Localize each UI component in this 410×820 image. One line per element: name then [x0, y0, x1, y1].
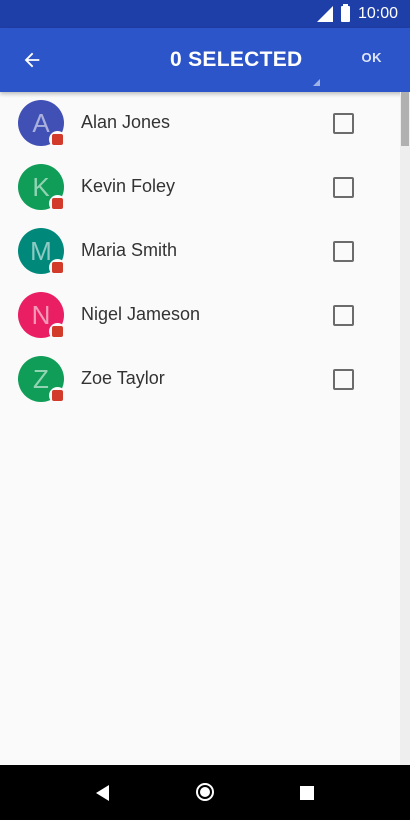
- selection-count-title: 0 SELECTED: [170, 48, 303, 71]
- sim-badge-icon: [49, 323, 66, 340]
- avatar-initial: A: [32, 107, 50, 138]
- status-icons: 10:00: [316, 0, 398, 28]
- sim-badge-icon: [49, 387, 66, 404]
- contact-checkbox[interactable]: [333, 369, 354, 390]
- avatar-initial: N: [31, 299, 51, 330]
- contact-name: Nigel Jameson: [81, 304, 201, 324]
- navigation-bar: [0, 765, 410, 820]
- scrollbar-thumb[interactable]: [401, 92, 409, 146]
- nav-recents-icon[interactable]: [300, 786, 314, 800]
- signal-icon: [316, 6, 333, 22]
- battery-icon: [340, 4, 350, 22]
- contact-checkbox[interactable]: [333, 305, 354, 326]
- status-bar: 10:00: [0, 0, 410, 28]
- dropdown-indicator-icon: [313, 79, 320, 86]
- contact-avatar: N: [18, 292, 66, 340]
- contact-checkbox[interactable]: [333, 241, 354, 262]
- nav-home-icon[interactable]: [196, 783, 214, 801]
- contact-list: A Alan Jones K Kevin Foley M Maria Smith N Nige…: [0, 92, 400, 765]
- contact-avatar: Z: [18, 356, 66, 404]
- contact-avatar: M: [18, 228, 66, 276]
- contact-checkbox[interactable]: [333, 177, 354, 198]
- ok-button[interactable]: OK: [362, 50, 383, 65]
- contact-checkbox[interactable]: [333, 113, 354, 134]
- avatar-initial: K: [32, 171, 50, 202]
- app-bar: 0 SELECTED OK: [0, 28, 410, 92]
- selection-dropdown[interactable]: 0 SELECTED: [160, 28, 320, 92]
- contact-row[interactable]: A Alan Jones: [0, 92, 400, 156]
- contact-row[interactable]: Z Zoe Taylor: [0, 348, 400, 412]
- status-clock: 10:00: [357, 5, 398, 22]
- contact-row[interactable]: K Kevin Foley: [0, 156, 400, 220]
- avatar-initial: Z: [33, 363, 49, 394]
- contact-row[interactable]: M Maria Smith: [0, 220, 400, 284]
- contact-row[interactable]: N Nigel Jameson: [0, 284, 400, 348]
- arrow-back-icon: [24, 52, 40, 68]
- contact-avatar: K: [18, 164, 66, 212]
- contact-name: Maria Smith: [81, 240, 178, 260]
- back-button[interactable]: [12, 40, 52, 80]
- contact-avatar: A: [18, 100, 66, 148]
- sim-badge-icon: [49, 195, 66, 212]
- contact-name: Alan Jones: [81, 112, 171, 132]
- nav-back-icon[interactable]: [96, 785, 109, 801]
- contact-name: Zoe Taylor: [81, 368, 165, 388]
- avatar-initial: M: [30, 235, 52, 266]
- sim-badge-icon: [49, 131, 66, 148]
- contact-name: Kevin Foley: [81, 176, 176, 196]
- scrollbar[interactable]: [400, 92, 410, 765]
- sim-badge-icon: [49, 259, 66, 276]
